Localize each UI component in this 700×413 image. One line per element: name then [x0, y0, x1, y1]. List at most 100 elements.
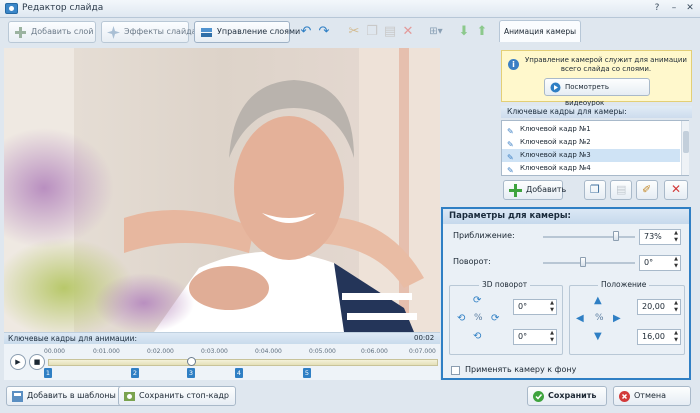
- apply-bg-label: Применять камеру к фону: [465, 365, 577, 374]
- minimize-icon[interactable]: –: [668, 3, 680, 14]
- info-text: Управление камерой служит для анимации в…: [525, 56, 687, 73]
- rot3d-x-value: 0°: [518, 302, 528, 311]
- cancel-label: Отмена: [634, 391, 667, 400]
- copy-keyframe-button[interactable]: ❐: [584, 180, 606, 200]
- pos-x-stepper[interactable]: 20,00 ▲ ▼: [637, 299, 681, 315]
- info-icon: i: [508, 59, 519, 70]
- keyframe-marker[interactable]: 4: [235, 368, 243, 378]
- undo-icon[interactable]: ↶: [298, 23, 314, 41]
- pos-y-value: 16,00: [642, 332, 665, 341]
- rotate-slider[interactable]: [543, 262, 635, 264]
- add-to-templates-button[interactable]: Добавить в шаблоны: [6, 386, 123, 406]
- edit-keyframe-button[interactable]: ✐: [636, 180, 658, 200]
- stepper-arrows[interactable]: ▲ ▼: [674, 230, 678, 244]
- reset-rotate-icon[interactable]: %: [474, 313, 483, 323]
- keyframe-marker[interactable]: 5: [303, 368, 311, 378]
- plus-icon: [509, 184, 522, 197]
- list-scrollbar[interactable]: [681, 121, 689, 175]
- add-to-templates-label: Добавить в шаблоны: [27, 391, 116, 400]
- zoom-stepper[interactable]: 73% ▲ ▼: [639, 229, 681, 245]
- reset-position-icon[interactable]: %: [595, 313, 604, 323]
- stepper-arrows[interactable]: ▲ ▼: [550, 300, 554, 314]
- add-layer-button[interactable]: Добавить слой: [8, 21, 96, 43]
- check-icon: [533, 391, 544, 402]
- timeline-track[interactable]: [48, 359, 438, 366]
- layers-icon: [201, 28, 212, 37]
- stepper-arrows[interactable]: ▲ ▼: [674, 256, 678, 270]
- tick-label: 0:02.000: [147, 348, 174, 355]
- save-button[interactable]: Сохранить: [527, 386, 607, 406]
- list-item[interactable]: ✎ Ключевой кадр №4: [502, 162, 680, 174]
- rotate-left-icon[interactable]: ⟲: [457, 313, 465, 324]
- redo-icon[interactable]: ↷: [316, 23, 332, 41]
- app-icon: [5, 3, 18, 14]
- list-item[interactable]: ✎ Ключевой кадр №3: [502, 149, 680, 162]
- list-item[interactable]: ✎ Ключевой кадр №1: [502, 123, 680, 136]
- help-icon[interactable]: ?: [651, 3, 663, 14]
- rotate-stepper[interactable]: 0° ▲ ▼: [639, 255, 681, 271]
- photo-elderly-woman: [4, 48, 440, 332]
- watch-video-button[interactable]: Посмотреть видеоурок: [544, 78, 650, 107]
- cut-icon[interactable]: ✂: [346, 23, 362, 41]
- zoom-value: 73%: [644, 232, 662, 241]
- rotate-up-icon[interactable]: ⟳: [473, 295, 481, 306]
- rotate-down-icon[interactable]: ⟲: [473, 331, 481, 342]
- tick-label: 0:01.000: [93, 348, 120, 355]
- rotate-slider-knob[interactable]: [580, 257, 586, 267]
- cancel-icon: [619, 391, 630, 402]
- rotate-value: 0°: [644, 258, 654, 267]
- zoom-slider[interactable]: [543, 236, 635, 238]
- apply-bg-checkbox[interactable]: [451, 366, 460, 375]
- timeline: Ключевые кадры для анимации: 00:02 ▶ ■ 0…: [4, 332, 440, 380]
- stop-button[interactable]: ■: [29, 354, 45, 370]
- tick-label: 0:06.000: [361, 348, 388, 355]
- zoom-slider-knob[interactable]: [613, 231, 619, 241]
- keyframe-marker[interactable]: 1: [44, 368, 52, 378]
- paste-icon[interactable]: ▤: [382, 23, 398, 41]
- rotate-right-icon[interactable]: ⟳: [491, 313, 499, 324]
- timeline-playhead[interactable]: [187, 357, 196, 366]
- tab-camera-animation[interactable]: Анимация камеры: [499, 20, 581, 42]
- effects-button[interactable]: Эффекты слайда: [101, 21, 197, 43]
- plus-icon: [15, 27, 26, 38]
- slide-preview[interactable]: [4, 48, 440, 332]
- delete-icon[interactable]: ✕: [400, 23, 416, 41]
- play-button[interactable]: ▶: [10, 354, 26, 370]
- add-keyframe-button[interactable]: Добавить: [503, 180, 566, 200]
- manage-layers-button[interactable]: Управление слоями: [194, 21, 300, 43]
- close-icon[interactable]: ✕: [684, 3, 696, 14]
- move-down-icon[interactable]: ⬇: [456, 23, 472, 41]
- list-item-label: Ключевой кадр №1: [520, 125, 591, 133]
- list-item-label: Ключевой кадр №2: [520, 138, 591, 146]
- rot3d-y-stepper[interactable]: 0° ▲ ▼: [513, 329, 557, 345]
- tick-label: 0:07.000: [409, 348, 436, 355]
- cancel-button[interactable]: Отмена: [613, 386, 691, 406]
- move-right-icon[interactable]: ▶: [613, 313, 621, 324]
- scrollbar-thumb[interactable]: [683, 131, 689, 153]
- rot3d-x-stepper[interactable]: 0° ▲ ▼: [513, 299, 557, 315]
- move-up-icon[interactable]: ⬆: [474, 23, 490, 41]
- position-title: Положение: [598, 280, 650, 289]
- manage-layers-label: Управление слоями: [217, 27, 301, 36]
- pin-icon: ✎: [507, 166, 514, 174]
- list-item[interactable]: ✎ Ключевой кадр №2: [502, 136, 680, 149]
- keyframe-marker[interactable]: 3: [187, 368, 195, 378]
- stepper-arrows[interactable]: ▲ ▼: [674, 330, 678, 344]
- stepper-arrows[interactable]: ▲ ▼: [674, 300, 678, 314]
- move-down-icon[interactable]: ▼: [594, 331, 602, 342]
- save-frame-button[interactable]: Сохранить стоп-кадр: [118, 386, 236, 406]
- move-up-icon[interactable]: ▲: [594, 295, 602, 306]
- paste-keyframe-button[interactable]: ▤: [610, 180, 632, 200]
- brush-icon: ✐: [642, 183, 652, 196]
- title-bar: Редактор слайда ? – ✕: [0, 0, 700, 18]
- copy-icon[interactable]: ❐: [364, 23, 380, 41]
- tick-label: 0:05.000: [309, 348, 336, 355]
- keyframe-marker[interactable]: 2: [131, 368, 139, 378]
- pos-y-stepper[interactable]: 16,00 ▲ ▼: [637, 329, 681, 345]
- copy-icon: ❐: [590, 183, 600, 196]
- stepper-arrows[interactable]: ▲ ▼: [550, 330, 554, 344]
- template-icon: [12, 391, 23, 402]
- move-left-icon[interactable]: ◀: [576, 313, 584, 324]
- align-menu-icon[interactable]: ⊞▾: [424, 23, 448, 41]
- delete-keyframe-button[interactable]: ✕: [664, 180, 688, 200]
